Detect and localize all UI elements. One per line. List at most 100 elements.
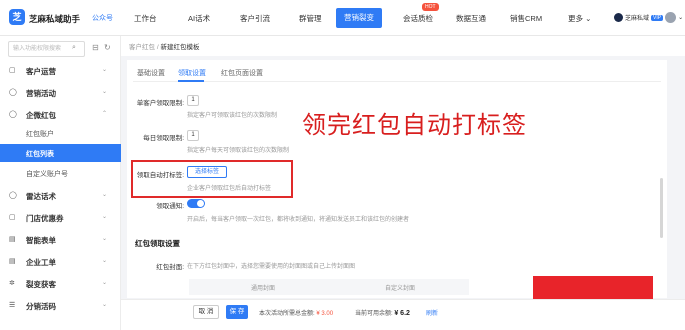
top-bar: 芝 芝麻私域助手 公众号 工作台 AI话术 客户引流 群管理 营销裂变 HOT … (0, 0, 685, 36)
nav-more[interactable]: 更多 ⌄ (568, 13, 591, 24)
auto-tag-hint: 企业客户领取红包后自动打标签 (187, 186, 272, 192)
annotation-text: 领完红包自动打标签 (302, 111, 527, 139)
total-amount: 本次活动所需总金额: ¥ 3.00 (259, 308, 333, 317)
marketing-icon: ◯ (9, 89, 17, 96)
breadcrumb-separator: / (156, 44, 159, 51)
balance: 当前可用余额: ¥ 6.2 (355, 308, 410, 317)
balance-value: ¥ 6.2 (394, 310, 410, 317)
tab-page-settings[interactable]: 红包页面设置 (221, 68, 263, 78)
nav-more-label: 更多 (568, 14, 583, 23)
balance-label: 当前可用余额: (355, 311, 393, 317)
hot-badge: HOT (422, 3, 439, 11)
daily-limit-input[interactable]: 1 (187, 130, 199, 141)
app-name: 芝麻私域助手 (29, 14, 81, 24)
cancel-button[interactable]: 取 消 (193, 305, 219, 319)
chevron-down-icon: ⌄ (102, 89, 108, 95)
breadcrumb-parent[interactable]: 客户红包 (129, 44, 155, 51)
account-type-link[interactable]: 公众号 (92, 13, 113, 23)
tab-basic-settings[interactable]: 基础设置 (137, 68, 165, 78)
per-customer-limit-input[interactable]: 1 (187, 95, 199, 106)
sidebar-item-custom-account[interactable]: 自定义账户号 (0, 164, 121, 182)
section-title: 红包领取设置 (135, 239, 180, 248)
nav-workbench[interactable]: 工作台 (134, 13, 157, 24)
chevron-down-icon: ⌄ (102, 214, 108, 220)
search-icon[interactable]: ⌕ (72, 44, 76, 52)
notify-hint: 开启后，每当客户领取一次红包，都将收到通知，将通知发送员工和该红包的创建者 (187, 217, 410, 223)
vip-badge: VIP (651, 14, 664, 21)
app-logo-icon: 芝 (9, 9, 25, 25)
chevron-down-icon: ⌄ (102, 280, 108, 286)
sidebar-item-distribution-code[interactable]: ☰ 分销活码 ⌄ (0, 296, 121, 316)
sidebar-item-label: 门店优惠券 (26, 214, 64, 223)
chevron-down-icon: ⌄ (102, 236, 108, 242)
sidebar-item-label: 裂变获客 (26, 280, 56, 289)
chevron-down-icon: ⌄ (102, 302, 108, 308)
toggle-knob (197, 200, 204, 207)
distribution-icon: ☰ (9, 302, 16, 309)
brand-dot-icon (614, 13, 623, 22)
redpacket-icon: ◯ (9, 111, 17, 118)
sidebar-item-label: 智能表单 (26, 236, 56, 245)
sidebar-sub-label: 自定义账户号 (26, 171, 68, 178)
chevron-up-icon: ⌃ (102, 111, 108, 117)
sidebar-item-label: 企微红包 (26, 111, 56, 120)
sidebar-item-label: 营销活动 (26, 89, 56, 98)
nav-session-qc[interactable]: 会话质检 (403, 13, 433, 24)
select-tag-button[interactable]: 选择标签 (187, 166, 227, 178)
collapse-icon[interactable]: ⊟ (92, 43, 99, 52)
cover-label: 红包封面: (156, 264, 184, 271)
sidebar-item-work-order[interactable]: ▤ 企业工单 ⌄ (0, 252, 121, 272)
user-menu[interactable]: 芝麻私域 VIP ⌄ (614, 12, 683, 23)
sidebar-item-fission[interactable]: ✲ 裂变获客 ⌄ (0, 274, 121, 294)
sidebar-item-smart-form[interactable]: ▤ 智能表单 ⌄ (0, 230, 121, 250)
nav-sales-crm[interactable]: 销售CRM (510, 13, 542, 24)
sidebar-item-wecom-redpacket[interactable]: ◯ 企微红包 ⌃ (0, 105, 121, 125)
sidebar-item-redpacket-list[interactable]: 红包列表 (0, 144, 121, 162)
chevron-down-icon: ⌄ (585, 14, 592, 23)
sidebar-item-label: 分销活码 (26, 302, 56, 311)
chevron-down-icon: ⌄ (678, 15, 684, 21)
work-order-icon: ▤ (9, 258, 16, 265)
nav-group-management[interactable]: 群管理 (299, 13, 322, 24)
breadcrumb: 客户红包 / 新建红包模板 (129, 41, 199, 51)
nav-data-interop[interactable]: 数据互通 (456, 13, 486, 24)
daily-limit-hint: 指定客户每天可领取该红包的次数限制 (187, 148, 290, 154)
save-button[interactable]: 保 存 (226, 305, 248, 319)
tab-divider (133, 81, 661, 82)
cover-col-custom: 自定义封面 (385, 286, 416, 292)
tab-claim-settings[interactable]: 领取设置 (178, 68, 206, 78)
chevron-down-icon: ⌄ (102, 67, 108, 73)
sidebar-item-label: 客户运营 (26, 67, 56, 76)
refresh-balance-link[interactable]: 刷新 (426, 308, 438, 317)
coupon-icon: ▢ (9, 214, 16, 221)
nav-marketing-fission[interactable]: 营销裂变 (336, 8, 382, 28)
daily-limit-label: 每日领取限制: (143, 135, 184, 142)
breadcrumb-current: 新建红包模板 (160, 44, 200, 51)
sidebar-item-customer-ops[interactable]: ▢ 客户运营 ⌄ (0, 61, 121, 81)
notify-toggle[interactable] (187, 199, 205, 208)
cover-col-general: 通用封面 (251, 286, 276, 292)
user-name: 芝麻私域 (625, 16, 650, 22)
total-amount-label: 本次活动所需总金额: (259, 311, 315, 317)
active-tab-indicator (178, 80, 204, 82)
nav-customer-acquisition[interactable]: 客户引流 (240, 13, 270, 24)
sidebar-item-label: 雷达话术 (26, 192, 56, 201)
avatar (665, 12, 677, 23)
fission-icon: ✲ (9, 280, 15, 287)
sidebar-item-redpacket-account[interactable]: 红包账户 (0, 124, 121, 142)
sidebar-item-store-coupon[interactable]: ▢ 门店优惠券 ⌄ (0, 208, 121, 228)
sidebar-item-marketing[interactable]: ◯ 营销活动 ⌄ (0, 83, 121, 103)
auto-tag-label: 领取自动打标签: (136, 172, 184, 179)
scrollbar[interactable] (660, 178, 663, 238)
cover-hint: 在下方红包封面中，选择您需要使用的封面图或自己上传封面图 (187, 264, 356, 270)
cover-table-header: 通用封面 自定义封面 (189, 279, 469, 295)
per-customer-limit-hint: 指定客户可领取该红包的次数限制 (187, 113, 278, 119)
chevron-down-icon: ⌄ (102, 258, 108, 264)
form-icon: ▤ (9, 236, 16, 243)
radar-icon: ◯ (9, 192, 17, 199)
sidebar-item-radar-script[interactable]: ◯ 雷达话术 ⌄ (0, 186, 121, 206)
nav-ai-script[interactable]: AI话术 (188, 13, 210, 24)
sidebar-sub-label: 红包账户 (26, 131, 54, 138)
refresh-icon[interactable]: ↻ (104, 43, 111, 52)
customer-ops-icon: ▢ (9, 67, 16, 74)
